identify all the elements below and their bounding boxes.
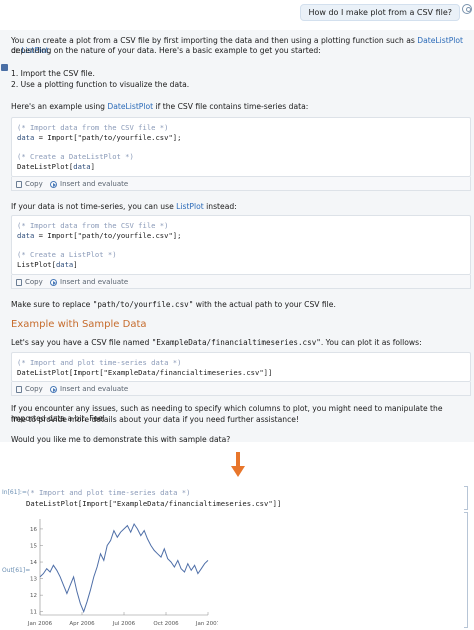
copy-button[interactable]: Copy: [16, 384, 43, 394]
step-1: 1. Import the CSV file.: [11, 69, 95, 78]
evaluate-label: Insert and evaluate: [60, 385, 129, 393]
code-comment: (* Create a ListPlot *): [17, 250, 117, 259]
series-line: [39, 522, 209, 614]
code-import: = Import["path/to/yourfile.csv"];: [34, 133, 182, 142]
code-end: ]: [90, 162, 95, 171]
code-block-1[interactable]: (* Import data from the CSV file *) data…: [11, 117, 471, 177]
play-icon: [50, 278, 57, 286]
code-comment: (* Import data from the CSV file *): [17, 123, 169, 132]
datelistplot-link-2[interactable]: DateListPlot: [107, 102, 153, 111]
code-func: ListPlot[: [17, 260, 56, 269]
sample-text: Let's say you have a CSV file named: [11, 338, 152, 347]
y-tick-label: 12: [30, 593, 37, 599]
sample-code: "ExampleData/financialtimeseries.csv": [151, 338, 321, 347]
x-tick-label: Jan 2007: [195, 621, 218, 627]
code-toolbar-1: Copy Insert and evaluate: [11, 177, 471, 191]
sample-paragraph: Let's say you have a CSV file named "Exa…: [11, 338, 464, 348]
code-toolbar-2: Copy Insert and evaluate: [11, 275, 471, 289]
evaluate-label: Insert and evaluate: [60, 180, 129, 188]
replace-paragraph: Make sure to replace "path/to/yourfile.c…: [11, 300, 464, 310]
copy-label: Copy: [25, 278, 43, 286]
down-arrow-icon: [231, 452, 245, 478]
step-2: 2. Use a plotting function to visualize …: [11, 80, 190, 89]
plot-axes: 11 12 13 14 15 16 Jan 2006 Apr 2006 Jul 2006 Oct …: [27, 519, 218, 627]
cell-bracket[interactable]: [464, 486, 468, 510]
datelistplot-link[interactable]: DateListPlot: [417, 36, 463, 45]
code-block-2[interactable]: (* Import data from the CSV file *) data…: [11, 215, 471, 275]
x-tick-label: Jan 2006: [27, 621, 53, 627]
example-text-2: if the CSV file contains time-series dat…: [153, 102, 309, 111]
x-tick-label: Jul 2006: [112, 621, 136, 627]
copy-label: Copy: [25, 180, 43, 188]
code-import: = Import["path/to/yourfile.csv"];: [34, 231, 182, 240]
replace-text: Make sure to replace: [11, 300, 93, 309]
input-label: In[61]:=: [2, 489, 27, 496]
x-tick-label: Oct 2006: [153, 621, 179, 627]
user-message-bubble: How do I make plot from a CSV file?: [300, 4, 460, 21]
assistant-icon: [1, 64, 8, 71]
assistant-answer: You can create a plot from a CSV file by…: [0, 30, 474, 444]
notime-text: If your data is not time-series, you can…: [11, 202, 177, 211]
section-heading: Example with Sample Data: [11, 319, 147, 330]
play-icon: [50, 385, 57, 393]
user-avatar-icon: [462, 4, 472, 14]
insert-evaluate-button[interactable]: Insert and evaluate: [50, 384, 128, 394]
code-end: ]: [73, 260, 78, 269]
listplot-link-2[interactable]: ListPlot: [176, 202, 204, 211]
user-message-text: How do I make plot from a CSV file?: [308, 8, 452, 17]
intro-line2: depending on the nature of your data. He…: [11, 46, 321, 55]
code-var: data: [17, 231, 35, 240]
copy-icon: [16, 180, 22, 188]
y-tick-label: 11: [30, 610, 37, 616]
code-comment: (* Import and plot time-series data *): [17, 358, 182, 367]
issues-line-2: free to provide more details about your …: [11, 415, 300, 424]
x-tick-label: Apr 2006: [69, 621, 95, 627]
copy-icon: [16, 385, 22, 393]
copy-button[interactable]: Copy: [16, 179, 43, 189]
plot-marks: [39, 522, 209, 614]
copy-label: Copy: [25, 385, 43, 393]
evaluate-label: Insert and evaluate: [60, 278, 129, 286]
code-comment: (* Create a DateListPlot *): [17, 152, 134, 161]
code-var: data: [17, 133, 35, 142]
date-list-plot: 11 12 13 14 15 16 Jan 2006 Apr 2006 Jul 2006 Oct …: [27, 519, 218, 627]
insert-evaluate-button[interactable]: Insert and evaluate: [50, 179, 128, 189]
code-var: data: [55, 260, 74, 269]
output-bracket[interactable]: [464, 512, 468, 628]
closing-question: Would you like me to demonstrate this wi…: [11, 435, 231, 444]
code-func: DateListPlot[: [17, 162, 74, 171]
code-var: data: [73, 162, 91, 171]
notime-paragraph: If your data is not time-series, you can…: [11, 202, 464, 212]
notebook-comment: (* Import and plot time-series data *): [26, 488, 191, 497]
notebook-code[interactable]: DateListPlot[Import["ExampleData/financi…: [26, 499, 281, 508]
insert-evaluate-button[interactable]: Insert and evaluate: [50, 277, 128, 287]
copy-button[interactable]: Copy: [16, 277, 43, 287]
intro-text: You can create a plot from a CSV file by…: [11, 36, 418, 45]
y-tick-label: 15: [30, 543, 37, 549]
play-icon: [50, 180, 57, 188]
code-block-3[interactable]: (* Import and plot time-series data *) D…: [11, 352, 471, 382]
replace-text-2: with the actual path to your CSV file.: [193, 300, 336, 309]
sample-text-2: . You can plot it as follows:: [320, 338, 422, 347]
example-paragraph: Here's an example using DateListPlot if …: [11, 102, 464, 112]
code-line: DateListPlot[Import["ExampleData/financi…: [17, 368, 273, 377]
y-tick-label: 13: [30, 577, 37, 583]
code-comment: (* Import data from the CSV file *): [17, 221, 169, 230]
code-toolbar-3: Copy Insert and evaluate: [11, 382, 471, 396]
example-text: Here's an example using: [11, 102, 108, 111]
y-tick-label: 14: [30, 560, 37, 566]
y-tick-label: 16: [30, 527, 37, 533]
replace-code: "path/to/yourfile.csv": [92, 300, 194, 309]
notime-text-2: instead:: [203, 202, 237, 211]
copy-icon: [16, 278, 22, 286]
